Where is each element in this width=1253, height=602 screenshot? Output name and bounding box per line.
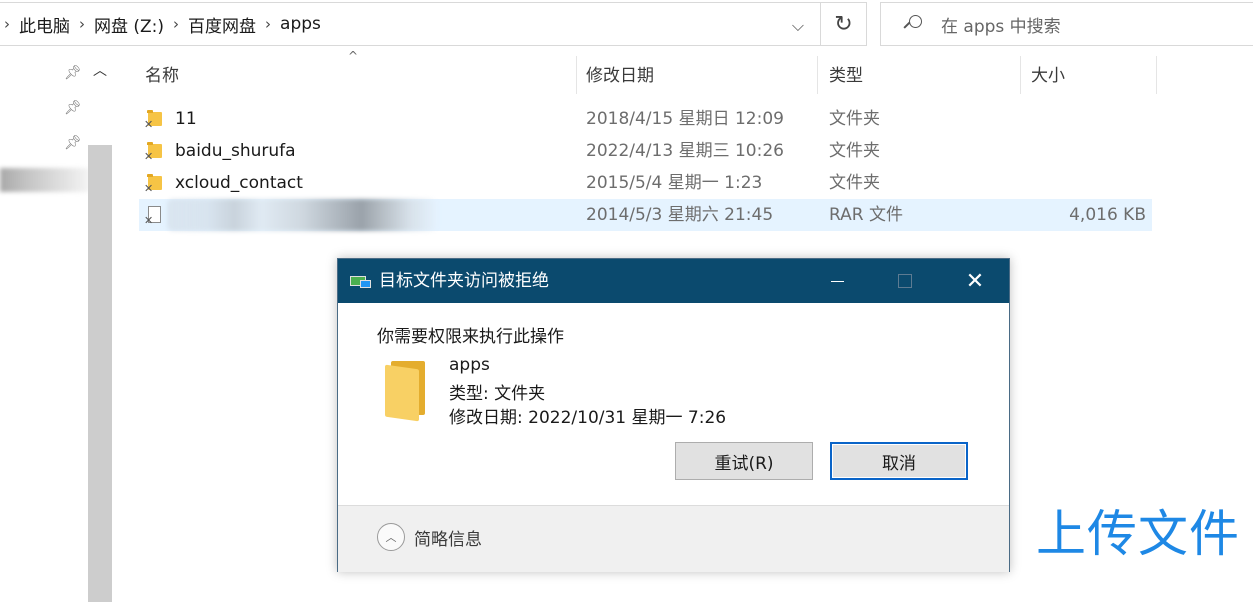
file-row[interactable]: ✕ 11 2018/4/15 星期日 12:09 文件夹 bbox=[139, 103, 1152, 135]
blurred-nav-item bbox=[0, 168, 90, 192]
column-header-size[interactable]: 大小 bbox=[1025, 50, 1155, 96]
column-header-type[interactable]: 类型 bbox=[823, 50, 1019, 96]
nav-scrollbar[interactable] bbox=[88, 145, 112, 602]
folder-icon: ✕ bbox=[144, 142, 165, 162]
file-icon: ✕ bbox=[144, 206, 165, 226]
file-type: 文件夹 bbox=[829, 109, 880, 129]
dialog-title: 目标文件夹访问被拒绝 bbox=[379, 271, 549, 291]
breadcrumb-chevron-icon[interactable]: › bbox=[265, 15, 271, 33]
navigation-pane: 📌︎ 📌︎ 📌︎ ︿ bbox=[0, 47, 114, 602]
pin-icon[interactable]: 📌︎ bbox=[64, 100, 82, 118]
refresh-icon[interactable]: ↻ bbox=[821, 2, 867, 46]
navigation-bar: › 此电脑 › 网盘 (Z:) › 百度网盘 › apps ⌵ ↻ 在 apps… bbox=[0, 0, 1253, 47]
search-box[interactable]: 在 apps 中搜索 bbox=[880, 2, 1253, 46]
scroll-up-chevron-icon[interactable]: ︿ bbox=[88, 60, 112, 80]
breadcrumb-chevron-icon[interactable]: › bbox=[173, 15, 179, 33]
file-type: 文件夹 bbox=[829, 141, 880, 161]
close-icon[interactable]: ✕ bbox=[941, 259, 1009, 303]
column-divider[interactable] bbox=[1156, 56, 1157, 94]
fewer-details-toggle[interactable]: 简略信息 bbox=[414, 525, 482, 550]
file-modified: 2018/4/15 星期日 12:09 bbox=[586, 109, 784, 129]
breadcrumb-item-drive[interactable]: 网盘 (Z:) bbox=[94, 3, 164, 45]
folder-transfer-icon bbox=[350, 274, 372, 288]
blurred-file-name bbox=[167, 199, 437, 231]
file-modified: 2015/5/4 星期一 1:23 bbox=[586, 173, 763, 193]
maximize-icon bbox=[871, 259, 939, 303]
file-row[interactable]: ✕ xcloud_contact 2015/5/4 星期一 1:23 文件夹 bbox=[139, 167, 1152, 199]
file-type: 文件夹 bbox=[829, 173, 880, 193]
folder-icon: ✕ bbox=[144, 174, 165, 194]
column-divider[interactable] bbox=[1020, 56, 1021, 94]
search-input[interactable]: 在 apps 中搜索 bbox=[941, 12, 1061, 37]
item-name: apps bbox=[449, 355, 490, 375]
dialog-message: 你需要权限来执行此操作 bbox=[377, 327, 564, 347]
search-icon bbox=[901, 13, 923, 35]
file-modified: 2022/4/13 星期三 10:26 bbox=[586, 141, 784, 161]
column-divider[interactable] bbox=[576, 56, 577, 94]
pin-icon[interactable]: 📌︎ bbox=[64, 135, 82, 153]
minimize-icon[interactable] bbox=[803, 259, 871, 303]
file-name: xcloud_contact bbox=[175, 173, 303, 193]
upload-file-caption: 上传文件 bbox=[1036, 505, 1240, 563]
breadcrumb-item-baidu[interactable]: 百度网盘 bbox=[188, 3, 256, 45]
breadcrumb-chevron-icon: › bbox=[4, 15, 10, 33]
chevron-up-icon[interactable]: ︿ bbox=[377, 523, 405, 551]
address-bar[interactable]: › 此电脑 › 网盘 (Z:) › 百度网盘 › apps ⌵ bbox=[0, 2, 821, 46]
file-name: baidu_shurufa bbox=[175, 141, 296, 161]
file-modified: 2014/5/3 星期六 21:45 bbox=[586, 205, 774, 225]
breadcrumb-chevron-icon[interactable]: › bbox=[79, 15, 85, 33]
folder-icon: ✕ bbox=[144, 110, 165, 130]
address-history-chevron-down-icon[interactable]: ⌵ bbox=[779, 9, 817, 43]
column-header-name[interactable]: 名称 bbox=[139, 50, 575, 96]
breadcrumb-item-apps[interactable]: apps bbox=[280, 3, 321, 45]
folder-icon bbox=[385, 361, 427, 422]
column-header-modified[interactable]: 修改日期 bbox=[580, 50, 816, 96]
access-denied-dialog: 目标文件夹访问被拒绝 ✕ 你需要权限来执行此操作 apps 类型: 文件夹 修改… bbox=[337, 258, 1010, 572]
retry-button[interactable]: 重试(R) bbox=[675, 442, 813, 480]
column-divider[interactable] bbox=[817, 56, 818, 94]
cancel-button[interactable]: 取消 bbox=[830, 442, 968, 480]
pin-icon[interactable]: 📌︎ bbox=[64, 65, 82, 83]
item-modified: 修改日期: 2022/10/31 星期一 7:26 bbox=[449, 408, 727, 428]
dialog-title-bar[interactable]: 目标文件夹访问被拒绝 ✕ bbox=[338, 259, 1009, 303]
file-row-selected[interactable]: ✕ 2014/5/3 星期六 21:45 RAR 文件 4,016 KB bbox=[139, 199, 1152, 231]
file-row[interactable]: ✕ baidu_shurufa 2022/4/13 星期三 10:26 文件夹 bbox=[139, 135, 1152, 167]
file-size: 4,016 KB bbox=[1069, 205, 1146, 225]
file-type: RAR 文件 bbox=[829, 205, 903, 225]
item-type: 类型: 文件夹 bbox=[449, 384, 546, 404]
breadcrumb-item-this-pc[interactable]: 此电脑 bbox=[19, 3, 70, 45]
dialog-footer: ︿ 简略信息 bbox=[338, 506, 1009, 572]
file-name: 11 bbox=[175, 109, 197, 129]
